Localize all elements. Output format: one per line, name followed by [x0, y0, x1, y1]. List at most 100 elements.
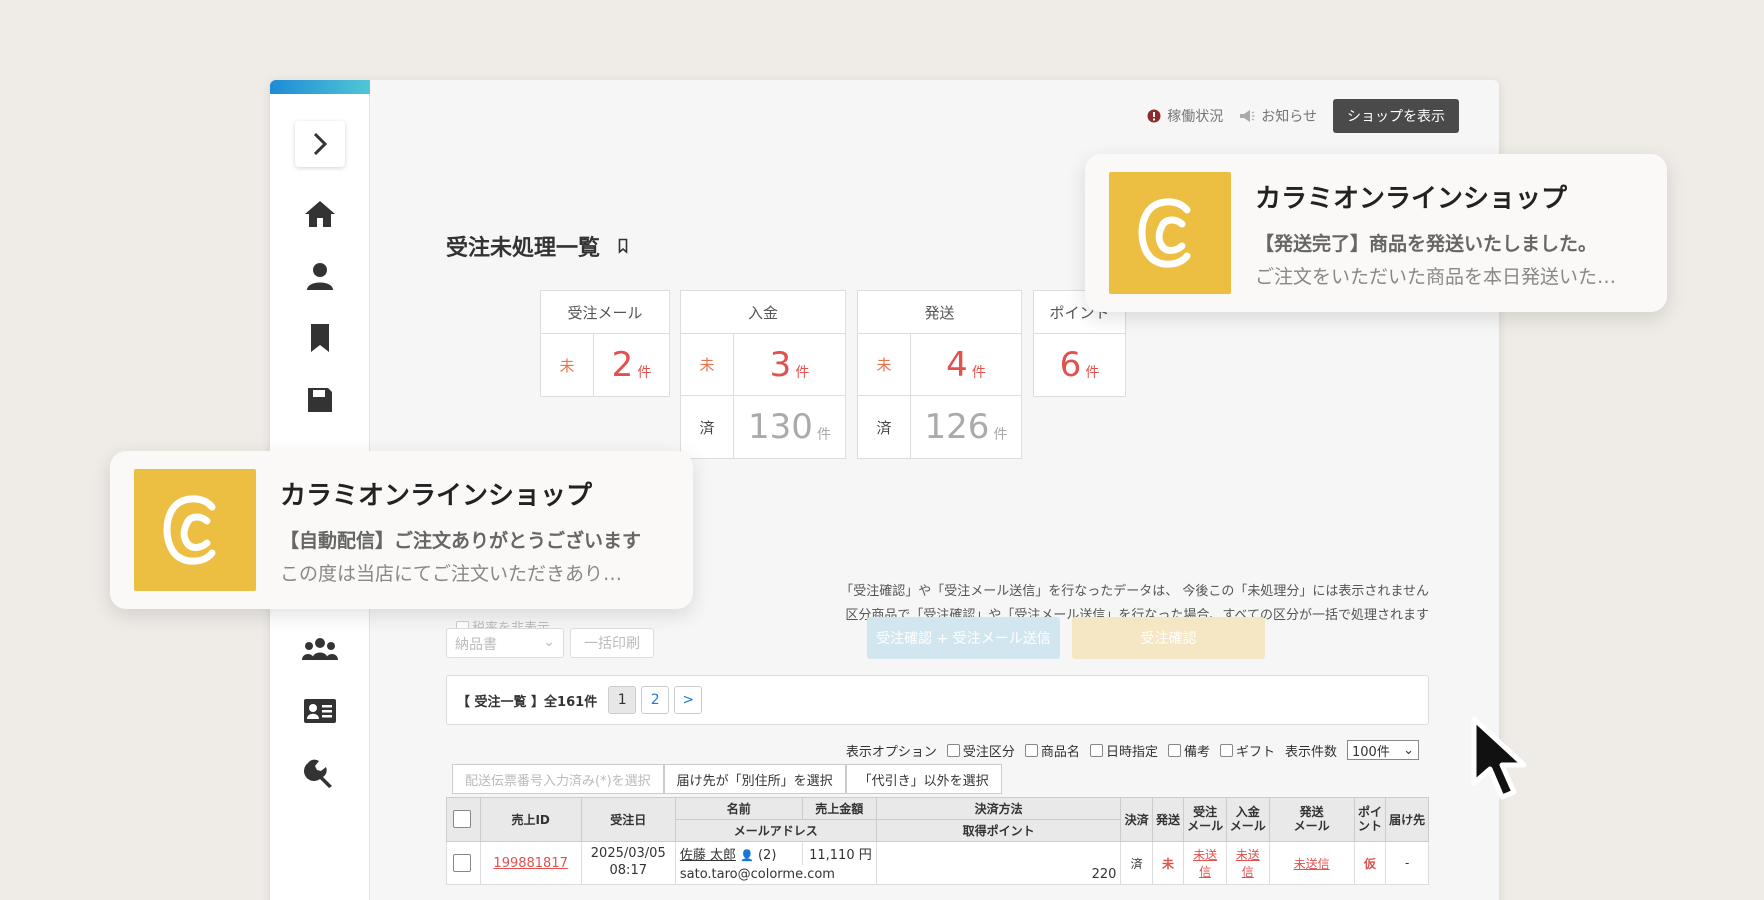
col-order-date[interactable]: 受注日 — [580, 797, 676, 842]
row-time: 08:17 — [609, 863, 647, 878]
confirm-button[interactable]: 受注確認 — [1072, 617, 1265, 659]
stat-shipping-done-value: 126 — [924, 407, 990, 447]
row-payment-method — [875, 841, 1122, 865]
id-card-icon — [304, 699, 336, 723]
row-points: 220 — [875, 865, 1122, 885]
order-list-bar: 【 受注一覧 】全161件 1 2 > — [446, 675, 1429, 725]
filter-tracking-entered[interactable]: 配送伝票番号入力済み(*)を選択 — [452, 764, 664, 794]
option-delivery-time[interactable]: 日時指定 — [1089, 741, 1158, 760]
checkbox — [1089, 743, 1103, 757]
row-point: 仮 — [1353, 841, 1387, 885]
display-count-select[interactable]: 100件 ⌄ — [1347, 740, 1419, 760]
notice-line-1: 「受注確認」や「受注メール送信」を行なったデータは、 今後この「未処理分」には表… — [840, 584, 1429, 599]
mouse-cursor-icon — [1471, 716, 1527, 800]
option-label: 商品名 — [1040, 744, 1080, 760]
page-1-button[interactable]: 1 — [608, 686, 637, 714]
bookmark-outline-icon[interactable] — [618, 238, 628, 254]
col-amount[interactable]: 売上金額 — [801, 797, 877, 820]
sidebar-item-members[interactable] — [300, 629, 340, 669]
page-title-text: 受注未処理一覧 — [446, 236, 601, 261]
sidebar-item-settings[interactable] — [300, 753, 340, 793]
col-shipped: 発送 — [1151, 797, 1185, 842]
sidebar-expand-button[interactable] — [295, 121, 345, 167]
display-options: 表示オプション 受注区分 商品名 日時指定 備考 ギフト 表示件数 100件 ⌄ — [846, 740, 1419, 760]
col-name[interactable]: 名前 — [674, 797, 803, 820]
sidebar-item-customers[interactable] — [300, 256, 340, 296]
stat-shipping-pending[interactable]: 4 件 — [911, 334, 1021, 395]
page-2-button[interactable]: 2 — [641, 686, 670, 714]
view-shop-button[interactable]: ショップを表示 — [1333, 99, 1459, 133]
option-order-category[interactable]: 受注区分 — [946, 741, 1015, 760]
option-label: 受注区分 — [962, 744, 1015, 760]
order-mail-link[interactable]: 未送信 — [1193, 848, 1217, 879]
table-row[interactable]: 199881817 2025/03/05 08:17 佐藤 太郎 👤 (2) 11… — [446, 841, 1429, 885]
filter-other-address[interactable]: 届け先が「別住所」を選択 — [663, 764, 846, 794]
chevron-down-icon: ⌄ — [543, 634, 555, 650]
checkbox — [1024, 743, 1038, 757]
stat-points-value-cell[interactable]: 6 件 — [1034, 334, 1125, 396]
sidebar-item-save[interactable] — [300, 380, 340, 420]
stat-payment-done[interactable]: 130 件 — [734, 396, 845, 458]
stat-order-mail-pending[interactable]: 2 件 — [594, 334, 669, 396]
stat-unit: 件 — [993, 427, 1008, 443]
filter-buttons: 配送伝票番号入力済み(*)を選択 届け先が「別住所」を選択 「代引き」以外を選択 — [452, 764, 1002, 794]
bookmark-icon — [311, 324, 329, 352]
stat-payment-pending[interactable]: 3 件 — [734, 334, 845, 395]
notification-title: カラミオンラインショップ — [1255, 183, 1568, 214]
shop-logo-icon — [163, 495, 216, 565]
row-order-mail-cell: 未送信 — [1183, 841, 1227, 885]
bulk-print-button[interactable]: 一括印刷 — [570, 628, 654, 658]
confirm-and-mail-button[interactable]: 受注確認 + 受注メール送信 — [867, 617, 1060, 659]
next-page-button[interactable]: > — [674, 686, 703, 714]
row-checkbox[interactable] — [452, 853, 471, 872]
home-icon — [305, 201, 335, 227]
col-sale-id[interactable]: 売上ID — [479, 797, 582, 842]
option-product-name[interactable]: 商品名 — [1024, 741, 1080, 760]
col-ship-mail-line1: 発送 — [1299, 805, 1324, 820]
wrench-icon — [304, 759, 332, 788]
news-link[interactable]: お知らせ — [1239, 106, 1317, 126]
sidebar-item-home[interactable] — [300, 194, 340, 234]
stat-shipping-pending-label: 未 — [858, 334, 911, 395]
shop-logo-icon — [1138, 198, 1191, 268]
stat-unit: 件 — [637, 365, 652, 381]
status-link[interactable]: 稼働状況 — [1147, 106, 1223, 126]
stat-shipping: 発送 未 4 件 済 126 件 — [857, 290, 1022, 459]
stat-shipping-done-label: 済 — [858, 396, 911, 458]
row-email: sato.taro@colorme.com — [674, 865, 877, 885]
ship-mail-link[interactable]: 未送信 — [1294, 857, 1330, 871]
sidebar-item-bookmarks[interactable] — [300, 318, 340, 358]
stat-payment-pending-label: 未 — [681, 334, 734, 395]
payment-mail-link[interactable]: 未送信 — [1236, 848, 1260, 879]
row-destination: - — [1385, 841, 1429, 885]
col-ship-mail-line2: メール — [1293, 818, 1330, 833]
save-icon — [308, 388, 332, 412]
customer-name-link[interactable]: 佐藤 太郎 — [680, 848, 736, 863]
notification-body: ご注文をいただいた商品を本日発送いた… — [1255, 265, 1617, 288]
row-shipped: 未 — [1151, 841, 1185, 885]
user-icon — [307, 263, 333, 290]
select-all-checkbox[interactable] — [452, 810, 471, 828]
option-gift[interactable]: ギフト — [1219, 741, 1275, 760]
col-order-mail: 受注 メール — [1183, 797, 1227, 842]
col-order-mail-line2: メール — [1187, 818, 1224, 833]
row-amount: 11,110 円 — [801, 841, 877, 865]
stat-payment-done-label: 済 — [681, 396, 734, 458]
notification-shipped[interactable]: カラミオンラインショップ 【発送完了】商品を発送いたしました。 ご注文をいただい… — [1085, 154, 1667, 312]
stat-payment-label: 入金 — [681, 291, 845, 334]
col-point-line1: ポイ — [1358, 805, 1383, 820]
stat-shipping-done[interactable]: 126 件 — [911, 396, 1021, 458]
col-settled: 決済 — [1120, 797, 1153, 842]
sale-id-link[interactable]: 199881817 — [493, 856, 567, 871]
option-label: 備考 — [1183, 744, 1210, 760]
document-select[interactable]: 納品書 ⌄ — [446, 628, 564, 658]
order-count: (2) — [757, 848, 777, 863]
sidebar-item-profile[interactable] — [300, 691, 340, 731]
stat-payment: 入金 未 3 件 済 130 件 — [680, 290, 846, 459]
notification-order-received[interactable]: カラミオンラインショップ 【自動配信】ご注文ありがとうございます この度は当店に… — [110, 451, 693, 609]
stat-unit: 件 — [971, 364, 986, 381]
col-payment-method[interactable]: 決済方法 — [875, 797, 1122, 820]
filter-non-cod[interactable]: 「代引き」以外を選択 — [845, 764, 1002, 794]
option-notes[interactable]: 備考 — [1167, 741, 1210, 760]
shop-logo — [1109, 172, 1231, 294]
